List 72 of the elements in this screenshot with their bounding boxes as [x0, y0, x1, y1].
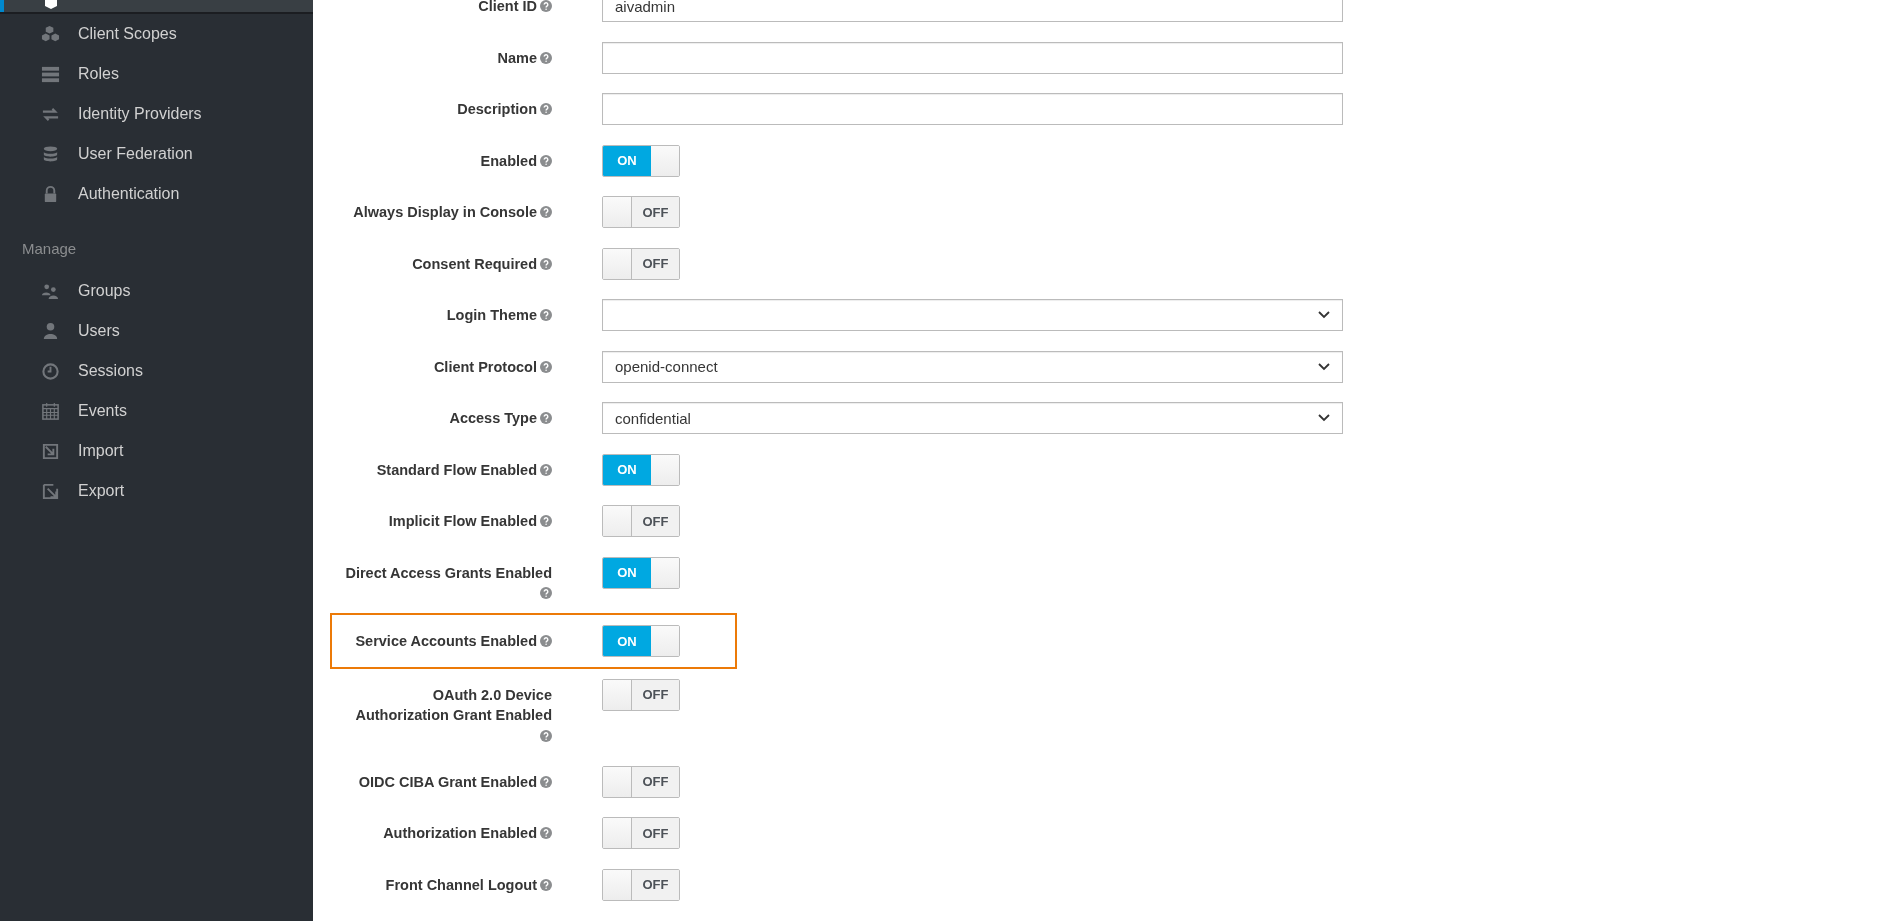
help-icon[interactable]: [540, 154, 552, 167]
sidebar-item[interactable]: Authentication: [0, 174, 313, 214]
help-icon[interactable]: [540, 878, 552, 891]
chevron-down-icon: [1318, 362, 1330, 371]
field-label: Client ID: [478, 0, 537, 16]
clock-icon: [41, 361, 60, 381]
field-label: OAuth 2.0 Device Authorization Grant Enabled: [354, 685, 552, 725]
server-icon: [41, 64, 60, 84]
field-label: Direct Access Grants Enabled: [345, 563, 552, 583]
help-icon[interactable]: [540, 412, 552, 424]
sidebar-item[interactable]: Sessions: [0, 351, 313, 391]
section-heading: Manage: [21, 239, 77, 259]
user-icon: [41, 321, 60, 341]
help-icon[interactable]: [540, 309, 552, 321]
calendar-icon: [41, 401, 60, 421]
sidebar-item[interactable]: User Federation: [0, 134, 313, 174]
help-icon[interactable]: [540, 51, 552, 64]
toggle-switch[interactable]: OFF: [602, 817, 680, 849]
help-icon[interactable]: [540, 729, 552, 742]
toggle-switch[interactable]: OFF: [602, 765, 680, 798]
import-icon: [41, 441, 60, 461]
database-icon: [41, 144, 60, 164]
dropdown[interactable]: [602, 299, 1343, 331]
field-label: Standard Flow Enabled: [376, 460, 537, 480]
field-label: Consent Required: [412, 254, 537, 274]
help-icon[interactable]: [540, 463, 552, 476]
sidebar-item[interactable]: Groups: [0, 271, 313, 311]
field-label: OIDC CIBA Grant Enabled: [358, 772, 537, 792]
sidebar-item[interactable]: Events: [0, 391, 313, 431]
field-label: Login Theme: [446, 306, 537, 325]
cubes-icon: [41, 24, 60, 44]
chevron-down-icon: [1318, 414, 1330, 422]
sidebar-item[interactable]: Identity Providers: [0, 94, 313, 134]
toggle-switch[interactable]: OFF: [602, 678, 680, 711]
text-input[interactable]: [602, 93, 1343, 125]
toggle-switch[interactable]: OFF: [602, 505, 680, 537]
help-icon[interactable]: [540, 635, 552, 647]
dropdown[interactable]: confidential: [602, 402, 1343, 434]
help-icon[interactable]: [540, 257, 552, 270]
users-icon: [41, 281, 60, 301]
text-input[interactable]: aivadmin: [602, 0, 1343, 22]
help-icon[interactable]: [540, 587, 552, 599]
help-icon[interactable]: [540, 0, 552, 12]
field-label: Always Display in Console: [353, 203, 537, 222]
toggle-switch[interactable]: OFF: [602, 247, 680, 280]
field-label: Client Protocol: [433, 357, 537, 377]
field-label: Implicit Flow Enabled: [388, 512, 537, 531]
help-icon[interactable]: [540, 103, 552, 115]
field-label: Authorization Enabled: [383, 824, 537, 843]
help-icon[interactable]: [540, 206, 552, 218]
help-icon[interactable]: [540, 515, 552, 527]
field-label: Enabled: [480, 151, 537, 171]
sidebar-item[interactable]: Users: [0, 311, 313, 351]
text-input[interactable]: [602, 41, 1343, 74]
sidebar-item[interactable]: Roles: [0, 54, 313, 94]
sidebar-item[interactable]: Export: [0, 471, 313, 511]
export-icon: [41, 481, 60, 501]
toggle-switch[interactable]: OFF: [602, 868, 680, 901]
dropdown[interactable]: openid-connect: [602, 350, 1343, 383]
sidebar-item[interactable]: Client Scopes: [0, 14, 313, 54]
field-label: Service Accounts Enabled: [355, 632, 537, 651]
toggle-switch[interactable]: OFF: [602, 196, 680, 228]
help-icon[interactable]: [540, 775, 552, 788]
field-label: Front Channel Logout: [385, 875, 537, 895]
help-icon[interactable]: [540, 360, 552, 373]
help-icon[interactable]: [540, 827, 552, 839]
field-label: Name: [497, 48, 537, 68]
sidebar-item[interactable]: Import: [0, 431, 313, 471]
chevron-down-icon: [1318, 311, 1330, 319]
sidebar-item[interactable]: [0, 0, 313, 14]
field-label: Access Type: [449, 409, 537, 428]
field-label: Description: [457, 100, 537, 119]
